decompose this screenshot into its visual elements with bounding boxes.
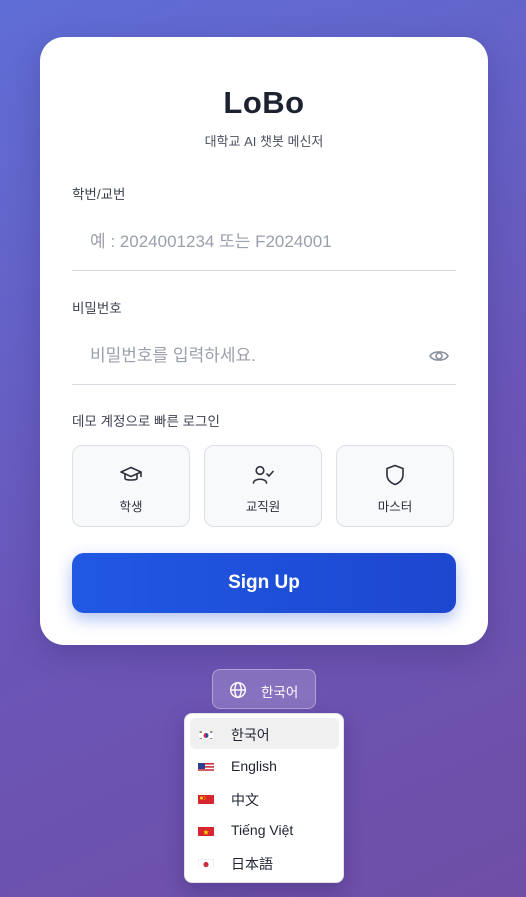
jp-flag-icon bbox=[198, 857, 214, 868]
vn-flag-icon bbox=[198, 825, 214, 836]
demo-account-group: 학생 교직원 마스터 bbox=[72, 445, 456, 529]
us-flag-icon bbox=[198, 761, 214, 772]
user-check-icon bbox=[205, 463, 321, 487]
globe-icon bbox=[229, 681, 247, 699]
password-label: 비밀번호 bbox=[72, 301, 122, 316]
language-dropdown-menu: 한국어 English 中文 Tiếng Việt 日本語 bbox=[184, 713, 344, 883]
language-selector-button[interactable]: 한국어 bbox=[212, 669, 316, 709]
demo-student-label: 학생 bbox=[119, 500, 143, 514]
password-input[interactable] bbox=[88, 340, 412, 372]
demo-login-label: 데모 계정으로 빠른 로그인 bbox=[72, 414, 220, 429]
language-option-chinese[interactable]: 中文 bbox=[190, 783, 339, 814]
password-field bbox=[72, 326, 456, 385]
app-subtitle: 대학교 AI 챗봇 메신저 bbox=[204, 134, 324, 149]
login-card: LoBo 대학교 AI 챗봇 메신저 학번/교번 비밀번호 데모 계정으로 빠른… bbox=[40, 37, 488, 645]
language-option-label: 한국어 bbox=[231, 727, 270, 743]
demo-staff-button[interactable]: 교직원 bbox=[204, 445, 322, 527]
id-input[interactable] bbox=[88, 226, 412, 258]
shield-icon bbox=[337, 463, 453, 487]
language-option-label: Tiếng Việt bbox=[231, 822, 294, 838]
language-option-vietnamese[interactable]: Tiếng Việt bbox=[190, 815, 339, 846]
language-option-korean[interactable]: 한국어 bbox=[190, 718, 339, 749]
current-language-label: 한국어 bbox=[261, 685, 299, 700]
language-option-label: English bbox=[231, 758, 277, 774]
eye-icon[interactable] bbox=[428, 345, 450, 367]
id-field bbox=[72, 212, 456, 271]
demo-staff-label: 교직원 bbox=[245, 500, 281, 514]
graduation-cap-icon bbox=[73, 463, 189, 487]
demo-student-button[interactable]: 학생 bbox=[72, 445, 190, 527]
language-option-label: 中文 bbox=[231, 792, 259, 808]
cn-flag-icon bbox=[198, 793, 214, 804]
demo-master-label: 마스터 bbox=[377, 500, 413, 514]
demo-master-button[interactable]: 마스터 bbox=[336, 445, 454, 527]
sign-up-button[interactable]: Sign Up bbox=[72, 553, 456, 613]
language-option-japanese[interactable]: 日本語 bbox=[190, 847, 339, 878]
kr-flag-icon bbox=[198, 728, 214, 739]
app-title: LoBo bbox=[223, 85, 305, 120]
language-option-english[interactable]: English bbox=[190, 751, 339, 782]
id-label: 학번/교번 bbox=[72, 187, 126, 202]
language-option-label: 日本語 bbox=[231, 856, 273, 872]
